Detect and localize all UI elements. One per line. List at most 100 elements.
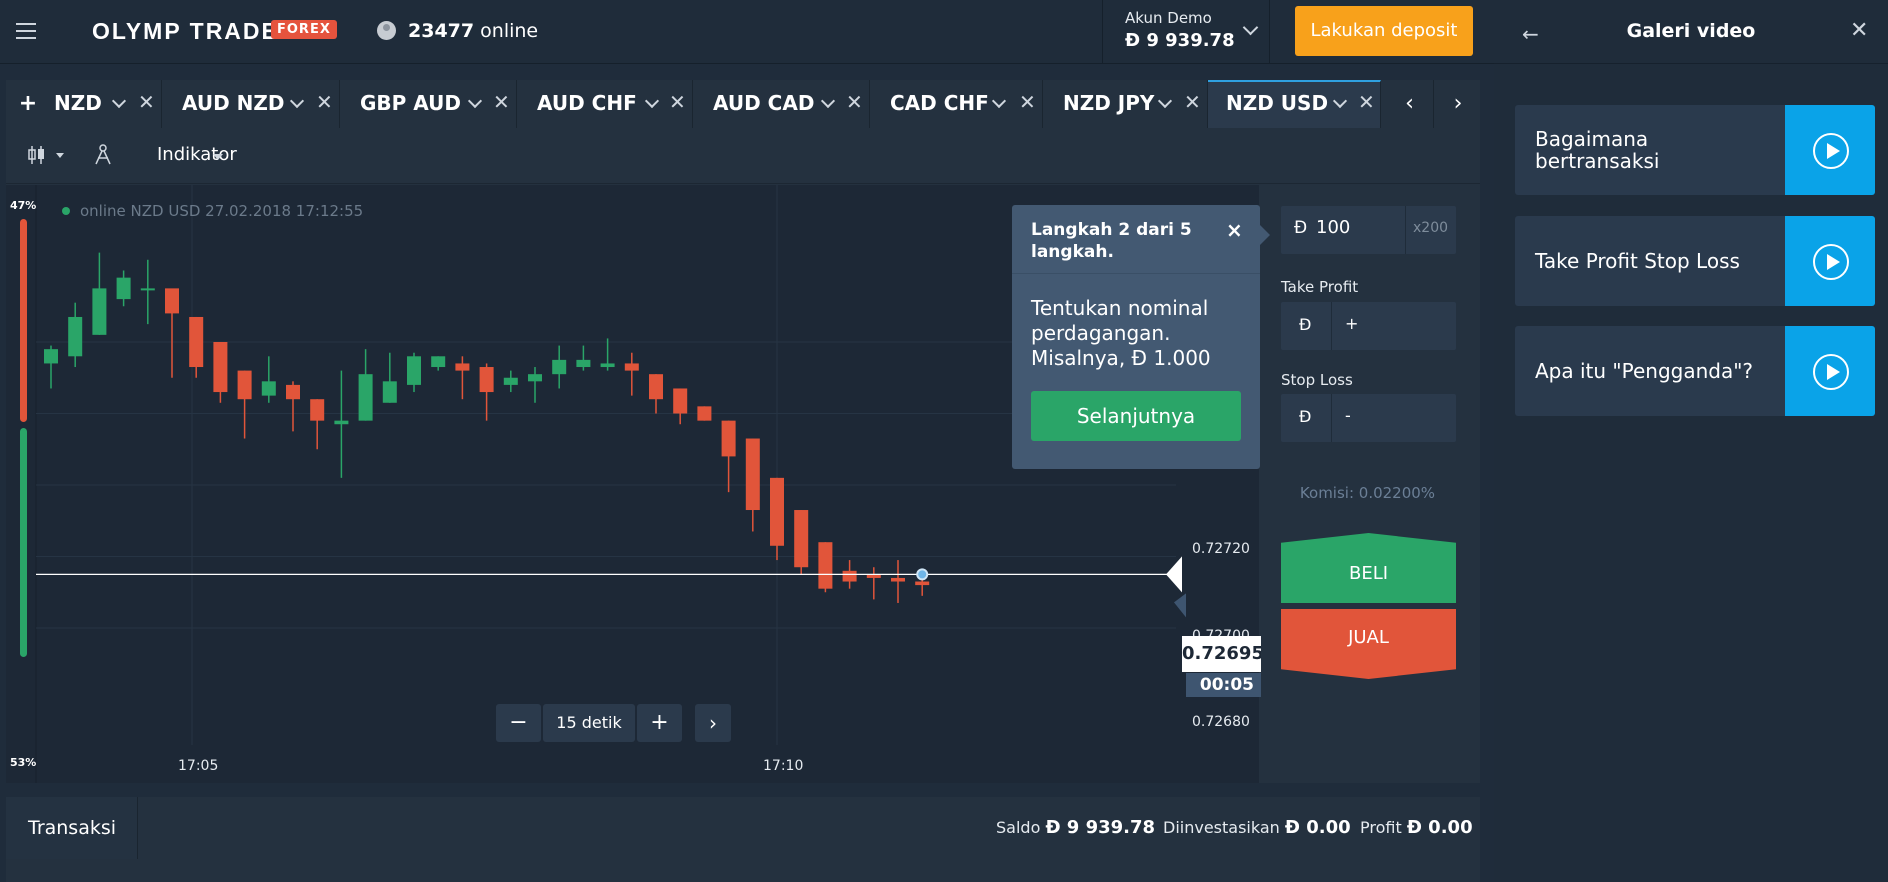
account-selector[interactable]: Akun Demo Đ 9 939.78 (1102, 0, 1270, 64)
video-card[interactable]: Apa itu "Pengganda"? (1515, 326, 1875, 416)
video-title: Take Profit Stop Loss (1535, 249, 1740, 273)
field-divider (1405, 206, 1406, 254)
timeframe-label: 15 detik (543, 704, 635, 742)
candle-body (576, 359, 591, 368)
sell-button[interactable]: JUAL (1281, 609, 1456, 679)
candle-body (237, 370, 252, 400)
take-profit-field[interactable]: Đ + (1281, 302, 1456, 350)
video-card[interactable]: Take Profit Stop Loss (1515, 216, 1875, 306)
chevron-down-icon[interactable] (820, 93, 836, 109)
close-icon[interactable]: × (1226, 218, 1243, 242)
field-divider (1331, 394, 1332, 442)
tab-label: CAD CHF (890, 91, 989, 115)
scroll-right-button[interactable]: › (695, 704, 731, 742)
candle-body (503, 377, 518, 385)
buy-button[interactable]: BELI (1281, 533, 1456, 603)
zoom-in-button[interactable]: + (637, 704, 682, 742)
tooltip-heading: Langkah 2 dari 5 langkah. (1031, 220, 1192, 262)
asset-tabs: + NZD ✕ AUD NZD ✕ GBP AUD ✕ AUD CHF ✕ AU… (6, 80, 1480, 128)
add-tab-button[interactable]: + (6, 80, 50, 128)
candle-body (213, 342, 228, 393)
tab-label: NZD USD (1226, 91, 1329, 115)
candle-body (745, 438, 760, 511)
tab-cad-chf[interactable]: CAD CHF ✕ (870, 80, 1043, 128)
stop-loss-input[interactable]: - (1345, 406, 1351, 425)
balance-stat: Saldo Đ 9 939.78 (996, 817, 1155, 838)
play-button[interactable] (1785, 105, 1875, 195)
close-tab-icon[interactable]: ✕ (846, 90, 863, 114)
compass-icon (94, 144, 112, 170)
video-card[interactable]: Bagaimana bertransaksi (1515, 105, 1875, 195)
close-tab-icon[interactable]: ✕ (1184, 90, 1201, 114)
candlestick-icon (28, 146, 64, 164)
stop-loss-field[interactable]: Đ - (1281, 394, 1456, 442)
close-tab-icon[interactable]: ✕ (669, 90, 686, 114)
sentiment-up-bar (20, 219, 27, 422)
profit-value: Đ 0.00 (1406, 817, 1473, 838)
indicators-button[interactable]: Indikator (157, 144, 237, 165)
tab-nzd-usd[interactable]: NZD USD ✕ (1208, 80, 1381, 128)
tab-nzd-jpy[interactable]: NZD JPY ✕ (1043, 80, 1208, 128)
commission-text: Komisi: 0.02200% (1299, 484, 1436, 502)
brand-logo[interactable]: OLYMP TRADE (92, 18, 279, 45)
chevron-down-icon[interactable] (289, 93, 305, 109)
play-button[interactable] (1785, 326, 1875, 416)
field-divider (1331, 302, 1332, 350)
close-tab-icon[interactable]: ✕ (1358, 90, 1375, 114)
menu-icon[interactable] (16, 23, 36, 39)
tab-label: AUD NZD (182, 91, 285, 115)
candle-body (624, 363, 639, 371)
candle-body (649, 374, 663, 400)
candle-body (552, 359, 567, 375)
video-title: Apa itu "Pengganda"? (1535, 359, 1754, 383)
currency-symbol: Đ (1299, 315, 1312, 334)
take-profit-input[interactable]: + (1345, 314, 1358, 333)
chevron-down-icon[interactable] (1157, 93, 1173, 109)
tabs-next-button[interactable]: › (1434, 80, 1482, 128)
next-step-button[interactable]: Selanjutnya (1031, 391, 1241, 441)
tab-gbp-aud[interactable]: GBP AUD ✕ (340, 80, 517, 128)
sentiment-up-label: 47% (10, 199, 37, 212)
dropdown-caret-icon[interactable] (213, 154, 223, 160)
chevron-down-icon[interactable] (644, 93, 660, 109)
chevron-down-icon[interactable] (111, 93, 127, 109)
tooltip-body: Tentukan nominal perdagangan. Misalnya, … (1031, 296, 1211, 370)
price-pointer (1166, 556, 1182, 593)
close-icon[interactable]: ✕ (1850, 18, 1868, 43)
tab-aud-nzd[interactable]: AUD NZD ✕ (162, 80, 340, 128)
chart-type-button[interactable] (28, 144, 68, 170)
chevron-down-icon[interactable] (467, 93, 483, 109)
onboarding-tooltip: Langkah 2 dari 5 langkah. × Tentukan nom… (1012, 205, 1270, 469)
tab-aud-cad[interactable]: AUD CAD ✕ (693, 80, 870, 128)
chevron-down-icon[interactable] (991, 93, 1007, 109)
zoom-out-button[interactable]: − (496, 704, 541, 742)
close-tab-icon[interactable]: ✕ (493, 90, 510, 114)
candle-body (794, 510, 809, 568)
invested-label: Diinvestasikan (1163, 818, 1280, 837)
chevron-down-icon[interactable] (1332, 93, 1348, 109)
invested-value: Đ 0.00 (1284, 817, 1351, 838)
amount-input[interactable]: 100 (1316, 217, 1350, 238)
online-users-icon (377, 21, 396, 40)
play-button[interactable] (1785, 216, 1875, 306)
candle-body (92, 288, 107, 335)
deposit-button[interactable]: Lakukan deposit (1295, 6, 1473, 56)
amount-field[interactable]: Đ 100 x200 (1281, 206, 1456, 254)
transactions-tab[interactable]: Transaksi (6, 797, 138, 859)
candle-body (165, 288, 179, 314)
close-tab-icon[interactable]: ✕ (1019, 90, 1036, 114)
candle-body (286, 384, 300, 400)
candle-body (358, 374, 373, 421)
candle-body (261, 381, 276, 396)
account-type: Akun Demo (1125, 9, 1212, 27)
tab-nzd[interactable]: NZD ✕ (50, 80, 162, 128)
tab-aud-chf[interactable]: AUD CHF ✕ (517, 80, 693, 128)
candle-body (600, 363, 615, 368)
multiplier-label[interactable]: x200 (1413, 220, 1448, 236)
close-tab-icon[interactable]: ✕ (316, 90, 333, 114)
tabs-prev-button[interactable]: ‹ (1386, 80, 1434, 128)
profit-label: Profit (1360, 818, 1402, 837)
online-counter: 23477 online (408, 20, 538, 42)
close-tab-icon[interactable]: ✕ (138, 90, 155, 114)
candle-body (673, 388, 688, 414)
